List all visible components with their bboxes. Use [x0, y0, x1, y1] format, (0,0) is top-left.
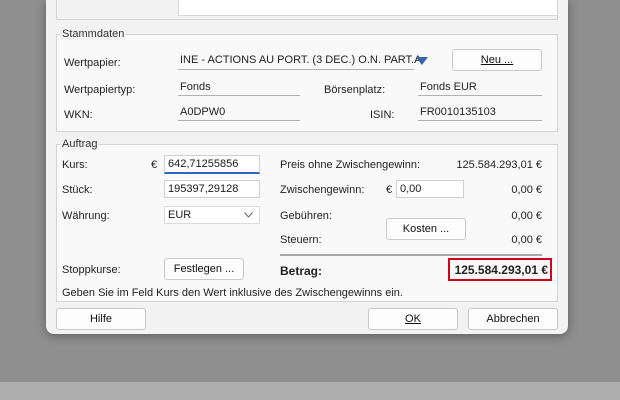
chevron-down-icon: [416, 57, 428, 65]
hilfe-button-label: Hilfe: [89, 313, 112, 325]
zwischengewinn-input[interactable]: 0,00: [396, 180, 464, 198]
wertpapiertyp-value: Fonds: [178, 79, 300, 96]
festlegen-button[interactable]: Festlegen ...: [164, 258, 244, 280]
order-dialog: Stammdaten Wertpapier: INE - ACTIONS AU …: [46, 0, 568, 334]
kosten-button[interactable]: Kosten ...: [386, 218, 466, 240]
waehrung-value: EUR: [168, 209, 192, 221]
waehrung-select[interactable]: EUR: [164, 206, 260, 224]
wertpapier-dropdown-button[interactable]: [414, 52, 430, 70]
kurs-currency: €: [151, 159, 158, 171]
ok-button[interactable]: OK: [368, 308, 458, 330]
preis-value: 125.584.293,01 €: [456, 159, 542, 171]
hilfe-button[interactable]: Hilfe: [56, 308, 146, 330]
boersenplatz-label: Börsenplatz:: [324, 84, 386, 96]
festlegen-button-label: Festlegen ...: [173, 263, 235, 275]
stammdaten-legend: Stammdaten: [60, 28, 127, 40]
kosten-button-label: Kosten ...: [402, 223, 450, 235]
stueck-input[interactable]: 195397,29128: [164, 180, 260, 198]
gebuehren-value: 0,00 €: [511, 210, 542, 222]
zwischengewinn-currency: €: [386, 184, 393, 196]
zwischengewinn-value: 0,00 €: [511, 184, 542, 196]
steuern-value: 0,00 €: [511, 234, 542, 246]
hint-text: Geben Sie im Feld Kurs den Wert inklusiv…: [62, 287, 403, 299]
chevron-down-icon: [244, 212, 253, 218]
betrag-label: Betrag:: [280, 264, 323, 278]
auftrag-legend: Auftrag: [60, 138, 100, 150]
neu-button[interactable]: Neu ...: [452, 49, 542, 71]
top-partial-group: [56, 0, 558, 20]
waehrung-label: Währung:: [62, 210, 110, 222]
zwischengewinn-label: Zwischengewinn:: [280, 184, 365, 196]
abbrechen-button[interactable]: Abbrechen: [468, 308, 558, 330]
preis-label: Preis ohne Zwischengewinn:: [280, 159, 421, 171]
kurs-label: Kurs:: [62, 159, 88, 171]
stoppkurse-label: Stoppkurse:: [62, 264, 121, 276]
wertpapiertyp-label: Wertpapiertyp:: [64, 84, 136, 96]
steuern-label: Steuern:: [280, 234, 322, 246]
isin-label: ISIN:: [370, 109, 395, 121]
boersenplatz-value: Fonds EUR: [418, 79, 542, 96]
gebuehren-label: Gebühren:: [280, 210, 332, 222]
ok-button-label: OK: [405, 313, 421, 325]
betrag-value: 125.584.293,01 €: [454, 263, 548, 277]
wertpapier-select[interactable]: INE - ACTIONS AU PORT. (3 DEC.) O.N. PAR…: [178, 52, 421, 70]
stueck-label: Stück:: [62, 184, 93, 196]
wkn-value: A0DPW0: [178, 104, 300, 121]
desktop-background-strip: [0, 382, 620, 400]
abbrechen-button-label: Abbrechen: [486, 313, 540, 325]
kurs-input[interactable]: 642,71255856: [164, 155, 260, 174]
wkn-label: WKN:: [64, 109, 93, 121]
betrag-divider: [280, 254, 542, 256]
wertpapier-label: Wertpapier:: [64, 57, 121, 69]
neu-button-label: Neu ...: [480, 54, 514, 66]
wertpapier-value: INE - ACTIONS AU PORT. (3 DEC.) O.N. PAR…: [180, 54, 422, 66]
isin-value: FR0010135103: [418, 104, 542, 121]
